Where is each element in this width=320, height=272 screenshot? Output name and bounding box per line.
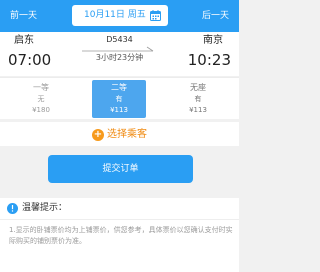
date-picker[interactable]: 10月11日 周五 <box>72 5 168 26</box>
tips-panel: 温馨提示： 1.显示的卧铺票价均为上铺票价，供您参考，具体票价以您确认支付时实际… <box>0 198 239 272</box>
seat-option-second-class[interactable]: 二等 有 ¥113 <box>92 80 146 118</box>
seat-name: 无座 <box>190 83 206 92</box>
select-passenger-button[interactable]: + 选择乘客 <box>92 127 147 142</box>
seat-option-first-class[interactable]: 一等 无 ¥180 <box>15 80 67 118</box>
seat-availability: 无 <box>37 95 45 103</box>
seat-price: ¥180 <box>32 106 50 114</box>
submit-order-button[interactable]: 提交订单 <box>48 155 193 183</box>
date-text: 10月11日 周五 <box>84 10 146 20</box>
seat-availability: 有 <box>115 95 123 103</box>
seat-price: ¥113 <box>189 106 207 114</box>
plus-circle-icon: + <box>92 128 104 141</box>
seat-name: 一等 <box>33 83 49 92</box>
seat-option-no-seat[interactable]: 无座 有 ¥113 <box>172 80 224 118</box>
seat-class-selector: 一等 无 ¥180 二等 有 ¥113 无座 有 ¥113 <box>0 77 239 119</box>
tips-text: 1.显示的卧铺票价均为上铺票价，供您参考，具体票价以您确认支付时实际购买的铺别票… <box>9 226 233 245</box>
select-passenger-row[interactable]: + 选择乘客 <box>0 122 239 146</box>
next-day-button[interactable]: 后一天 <box>202 10 229 22</box>
seat-price: ¥113 <box>110 106 128 114</box>
calendar-icon <box>150 10 161 21</box>
route-arrow-icon <box>82 46 154 52</box>
train-info: 启东 07:00 D5434 3小时23分钟 南京 10:23 <box>0 32 239 76</box>
top-date-bar: 前一天 10月11日 周五 后一天 <box>0 0 239 32</box>
seat-availability: 有 <box>194 95 202 103</box>
prev-day-button[interactable]: 前一天 <box>10 10 37 22</box>
arrival-time: 10:23 <box>187 51 231 69</box>
select-passenger-label: 选择乘客 <box>107 128 147 140</box>
arrival-station: 南京 <box>203 35 223 46</box>
seat-name: 二等 <box>111 83 127 92</box>
info-icon <box>7 203 18 214</box>
tips-divider <box>0 219 239 220</box>
tips-title: 温馨提示： <box>22 203 68 213</box>
